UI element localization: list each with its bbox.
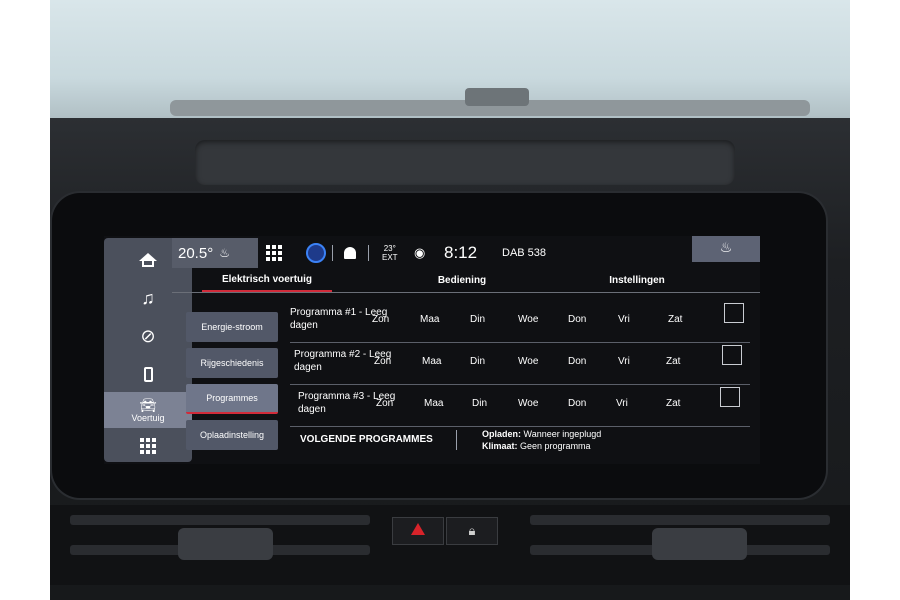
day-thursday: Don bbox=[568, 356, 587, 367]
ext-temp-label: EXT bbox=[382, 253, 398, 262]
program-row[interactable]: Programma #1 - Leeg dagen Zon Maa Din Wo… bbox=[290, 300, 750, 343]
external-temperature: 23° EXT bbox=[382, 238, 398, 268]
hazard-button[interactable] bbox=[392, 517, 444, 545]
day-tuesday: Din bbox=[470, 314, 486, 325]
location-indicator: ◉ bbox=[414, 238, 425, 268]
day-thursday: Don bbox=[568, 398, 587, 409]
day-friday: Vri bbox=[618, 314, 630, 325]
tab-bar: Elektrisch voertuig Bediening Instelling… bbox=[172, 268, 760, 293]
apps-grid-icon bbox=[140, 438, 156, 454]
nav-apps-button[interactable] bbox=[104, 428, 192, 464]
climate-button[interactable]: 20.5° ♨ bbox=[172, 238, 258, 268]
subnav-programmes[interactable]: Programmes bbox=[186, 384, 278, 414]
ext-temp-value: 23° bbox=[383, 244, 396, 253]
day-wednesday: Woe bbox=[518, 398, 539, 409]
hazard-icon bbox=[411, 523, 425, 535]
day-monday: Maa bbox=[424, 398, 444, 409]
day-tuesday: Din bbox=[470, 356, 486, 367]
photo-border-left bbox=[0, 0, 50, 600]
tab-controls[interactable]: Bediening bbox=[412, 268, 512, 292]
lock-icon: 🔒︎ bbox=[468, 523, 476, 538]
profile-button[interactable] bbox=[306, 238, 326, 268]
day-monday: Maa bbox=[422, 356, 442, 367]
windshield bbox=[50, 0, 850, 130]
status-bar: 20.5° ♨ 23° EXT ◉ 8:12 DAB 538 ♨ bbox=[172, 236, 760, 268]
day-saturday: Zat bbox=[666, 356, 681, 367]
nav-navigation-button[interactable]: ⊘ bbox=[104, 318, 192, 354]
profile-icon bbox=[306, 243, 326, 263]
day-sunday: Zon bbox=[372, 314, 390, 325]
clock: 8:12 bbox=[444, 243, 478, 262]
vent-handle-left[interactable] bbox=[178, 528, 273, 560]
climate-label: Klimaat: bbox=[482, 441, 518, 451]
day-friday: Vri bbox=[616, 398, 628, 409]
day-tuesday: Din bbox=[472, 398, 488, 409]
subnav-charge-settings[interactable]: Oplaadinstelling bbox=[186, 420, 278, 450]
music-icon: ♫ bbox=[141, 287, 155, 308]
next-programmes-title: VOLGENDE PROGRAMMES bbox=[300, 434, 433, 445]
program-enable-checkbox[interactable] bbox=[722, 345, 742, 365]
phone-icon bbox=[143, 366, 153, 382]
apps-grid-icon bbox=[266, 245, 282, 261]
day-sunday: Zon bbox=[376, 398, 394, 409]
car-icon: 🚘︎ bbox=[139, 396, 157, 413]
next-programmes-summary: VOLGENDE PROGRAMMES Opladen: Wanneer ing… bbox=[290, 426, 750, 460]
radio-station[interactable]: DAB 538 bbox=[502, 238, 546, 268]
seat-heat-icon: ♨ bbox=[219, 246, 230, 260]
bell-icon bbox=[344, 247, 356, 259]
program-row[interactable]: Programma #3 - Leeg dagen Zon Maa Din Wo… bbox=[290, 384, 750, 427]
status-separator bbox=[368, 238, 369, 268]
seat-heat-icon: ♨ bbox=[719, 238, 733, 255]
program-enable-checkbox[interactable] bbox=[724, 303, 744, 323]
next-programmes-info: Opladen: Wanneer ingeplugd Klimaat: Geen… bbox=[482, 428, 601, 452]
location-icon: ◉ bbox=[414, 245, 426, 260]
day-saturday: Zat bbox=[668, 314, 683, 325]
day-sunday: Zon bbox=[374, 356, 392, 367]
program-enable-checkbox[interactable] bbox=[720, 387, 740, 407]
apps-button[interactable] bbox=[266, 238, 282, 268]
climate-value: Geen programma bbox=[520, 441, 591, 451]
day-friday: Vri bbox=[618, 356, 630, 367]
nav-vehicle-label: Voertuig bbox=[131, 412, 165, 423]
subnav-drive-history[interactable]: Rijgeschiedenis bbox=[186, 348, 278, 378]
footer-separator bbox=[456, 430, 457, 450]
nav-vehicle-button[interactable]: 🚘︎ Voertuig bbox=[104, 392, 192, 428]
wiper-mount bbox=[465, 88, 529, 106]
cabin-temperature: 20.5° bbox=[178, 244, 214, 262]
day-wednesday: Woe bbox=[518, 314, 539, 325]
nav-phone-button[interactable] bbox=[104, 356, 192, 392]
day-monday: Maa bbox=[420, 314, 440, 325]
notifications-button[interactable] bbox=[344, 238, 356, 268]
lock-button[interactable]: 🔒︎ bbox=[446, 517, 498, 545]
speaker-grille bbox=[195, 140, 735, 185]
tab-electric-vehicle[interactable]: Elektrisch voertuig bbox=[202, 268, 332, 292]
program-row[interactable]: Programma #2 - Leeg dagen Zon Maa Din Wo… bbox=[290, 342, 750, 385]
home-icon bbox=[139, 253, 157, 267]
charge-label: Opladen: bbox=[482, 429, 522, 439]
vent-handle-right[interactable] bbox=[652, 528, 747, 560]
seat-heat-button[interactable]: ♨ bbox=[692, 236, 760, 262]
navigation-icon: ⊘ bbox=[140, 325, 156, 346]
tab-settings[interactable]: Instellingen bbox=[582, 268, 692, 292]
photo-border-right bbox=[850, 0, 900, 600]
charge-value: Wanneer ingeplugd bbox=[523, 429, 602, 439]
status-separator bbox=[332, 238, 333, 268]
day-saturday: Zat bbox=[666, 398, 681, 409]
day-thursday: Don bbox=[568, 314, 587, 325]
subnav-energy-flow[interactable]: Energie-stroom bbox=[186, 312, 278, 342]
infotainment-display: ♫ ⊘ 🚘︎ Voertuig 20.5° ♨ 23° EXT ◉ 8:12 D… bbox=[104, 236, 760, 464]
day-wednesday: Woe bbox=[518, 356, 539, 367]
